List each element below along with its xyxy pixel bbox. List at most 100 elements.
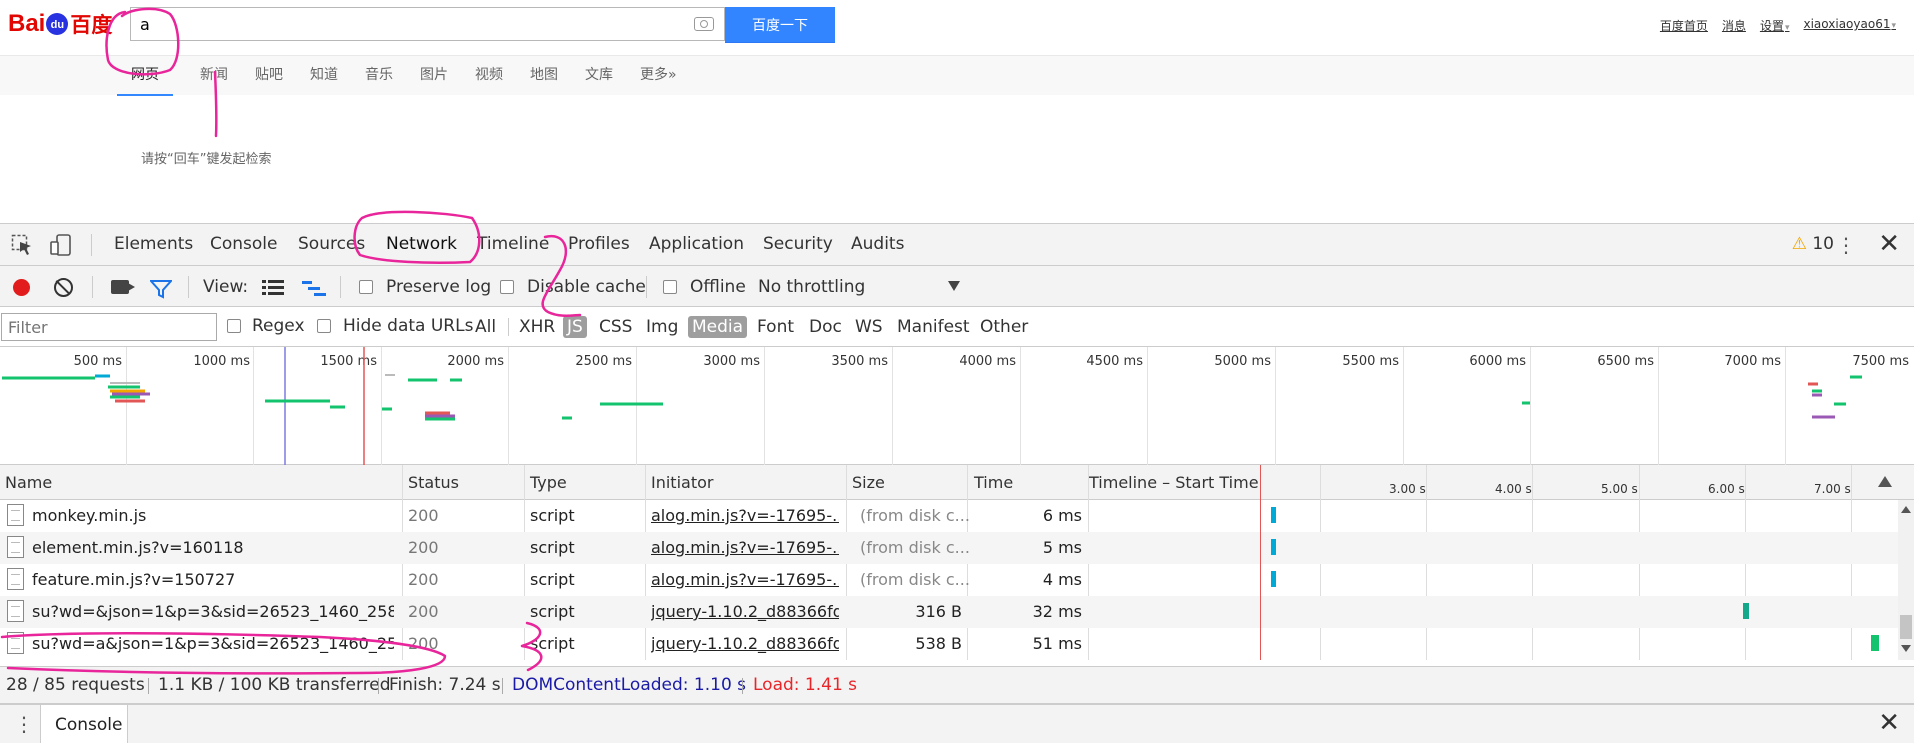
settings-link[interactable]: 设置▾ [1760,17,1790,34]
nav-tab-zhidao[interactable]: 知道 [310,56,338,96]
filter-other[interactable]: Other [976,316,1032,338]
devtools-panel: Elements Console Sources Network Timelin… [0,223,1914,743]
filter-input[interactable] [1,313,217,341]
filter-icon[interactable] [150,279,172,299]
filter-doc[interactable]: Doc [805,316,846,338]
tab-audits[interactable]: Audits [851,234,904,254]
request-time: 5 ms [1042,538,1082,557]
scrollbar-thumb[interactable] [1900,615,1912,639]
network-overview[interactable]: 500 ms 1000 ms 1500 ms 2000 ms 2500 ms 3… [0,347,1914,465]
filter-ws[interactable]: WS [851,316,887,338]
offline-checkbox[interactable] [663,280,677,294]
request-status: 200 [408,506,439,525]
search-input[interactable] [131,8,651,40]
request-initiator[interactable]: alog.min.js?v=-17695-... [651,506,839,525]
timeline-bar [1871,635,1879,651]
tab-timeline[interactable]: Timeline [477,234,549,254]
search-box [130,7,725,41]
home-link[interactable]: 百度首页 [1660,17,1708,34]
file-icon [7,504,24,526]
sort-ascending-icon[interactable] [1878,476,1892,487]
divider [91,234,92,256]
drawer-tab-console[interactable]: Console [40,705,128,743]
camera-icon[interactable] [694,17,714,31]
table-row[interactable]: element.min.js?v=160118 200 script alog.… [0,532,1898,564]
table-row[interactable]: su?wd=a&json=1&p=3&sid=26523_1460_258...… [0,628,1898,660]
hide-data-urls-checkbox[interactable] [317,319,331,333]
col-initiator[interactable]: Initiator [651,473,713,492]
tab-profiles[interactable]: Profiles [568,234,630,254]
tab-console[interactable]: Console [210,234,278,254]
nav-tab-images[interactable]: 图片 [420,56,448,96]
device-toolbar-icon[interactable] [50,234,72,256]
tab-sources[interactable]: Sources [298,234,365,254]
close-drawer-icon[interactable]: ✕ [1878,708,1900,738]
search-button[interactable]: 百度一下 [725,7,835,43]
nav-tab-wenku[interactable]: 文库 [585,56,613,96]
nav-tab-more[interactable]: 更多» [640,56,677,96]
tab-application[interactable]: Application [649,234,744,254]
col-type[interactable]: Type [530,473,567,492]
col-name[interactable]: Name [5,473,52,492]
close-devtools-icon[interactable]: ✕ [1878,229,1900,259]
filter-img[interactable]: Img [642,316,682,338]
nav-tab-web[interactable]: 网页 [117,56,173,96]
preserve-log-checkbox[interactable] [359,280,373,294]
filter-font[interactable]: Font [753,316,798,338]
warnings-counter[interactable]: ⚠ 10 [1792,234,1834,254]
tab-elements[interactable]: Elements [114,234,193,254]
request-status: 200 [408,634,439,653]
drawer-menu-icon[interactable]: ⋮ [14,712,34,736]
messages-link[interactable]: 消息 [1722,17,1746,34]
table-row[interactable]: monkey.min.js 200 script alog.min.js?v=-… [0,500,1898,532]
col-status[interactable]: Status [408,473,459,492]
table-row[interactable]: su?wd=&json=1&p=3&sid=26523_1460_2581...… [0,596,1898,628]
request-initiator[interactable]: jquery-1.10.2_d88366fd... [651,634,839,653]
nav-tab-tieba[interactable]: 贴吧 [255,56,283,96]
nav-tab-news[interactable]: 新闻 [200,56,228,96]
filter-manifest[interactable]: Manifest [893,316,974,338]
chevron-down-icon[interactable] [948,281,960,291]
scroll-down-icon[interactable] [1901,645,1911,652]
clear-icon[interactable] [54,278,73,297]
vertical-scrollbar[interactable] [1898,500,1914,660]
nav-tab-music[interactable]: 音乐 [365,56,393,96]
request-initiator[interactable]: alog.min.js?v=-17695-... [651,570,839,589]
logo-paw-du: du [46,13,69,35]
table-row[interactable]: feature.min.js?v=150727 200 script alog.… [0,564,1898,596]
nav-tab-map[interactable]: 地图 [530,56,558,96]
filter-css[interactable]: CSS [595,316,636,338]
throttling-select[interactable]: No throttling [758,277,865,297]
nav-tab-video[interactable]: 视频 [475,56,503,96]
large-rows-icon[interactable] [262,279,284,297]
tab-network[interactable]: Network [386,234,457,254]
col-timeline[interactable]: Timeline – Start Time [1089,473,1259,492]
col-size[interactable]: Size [852,473,885,492]
chevron-down-icon: ▾ [1891,21,1896,31]
scroll-up-icon[interactable] [1901,506,1911,513]
request-size: 316 B [915,602,962,621]
regex-checkbox[interactable] [227,319,241,333]
timeline-tick: 7.00 s [1814,482,1851,496]
filter-xhr[interactable]: XHR [515,316,559,338]
disable-cache-checkbox[interactable] [500,280,514,294]
more-options-icon[interactable]: ⋮ [1836,233,1856,257]
overview-waterfall-icon[interactable] [302,279,326,297]
filter-js[interactable]: JS [563,316,587,338]
settings-label: 设置 [1759,19,1784,33]
request-status: 200 [408,538,439,557]
request-initiator[interactable]: alog.min.js?v=-17695-... [651,538,839,557]
filter-all[interactable]: All [471,316,500,338]
timeline-bar [1743,603,1749,619]
baidu-logo[interactable]: Bai du 百度 [8,8,112,40]
filter-media[interactable]: Media [688,316,748,338]
record-icon[interactable] [13,279,30,296]
request-initiator[interactable]: jquery-1.10.2_d88366fd... [651,602,839,621]
divider [92,276,93,298]
inspect-element-icon[interactable] [11,234,33,256]
capture-screenshots-icon[interactable] [111,280,135,294]
user-link[interactable]: xiaoxiaoyao61▾ [1804,17,1897,34]
username: xiaoxiaoyao61 [1803,17,1891,31]
col-time[interactable]: Time [974,473,1013,492]
tab-security[interactable]: Security [763,234,833,254]
